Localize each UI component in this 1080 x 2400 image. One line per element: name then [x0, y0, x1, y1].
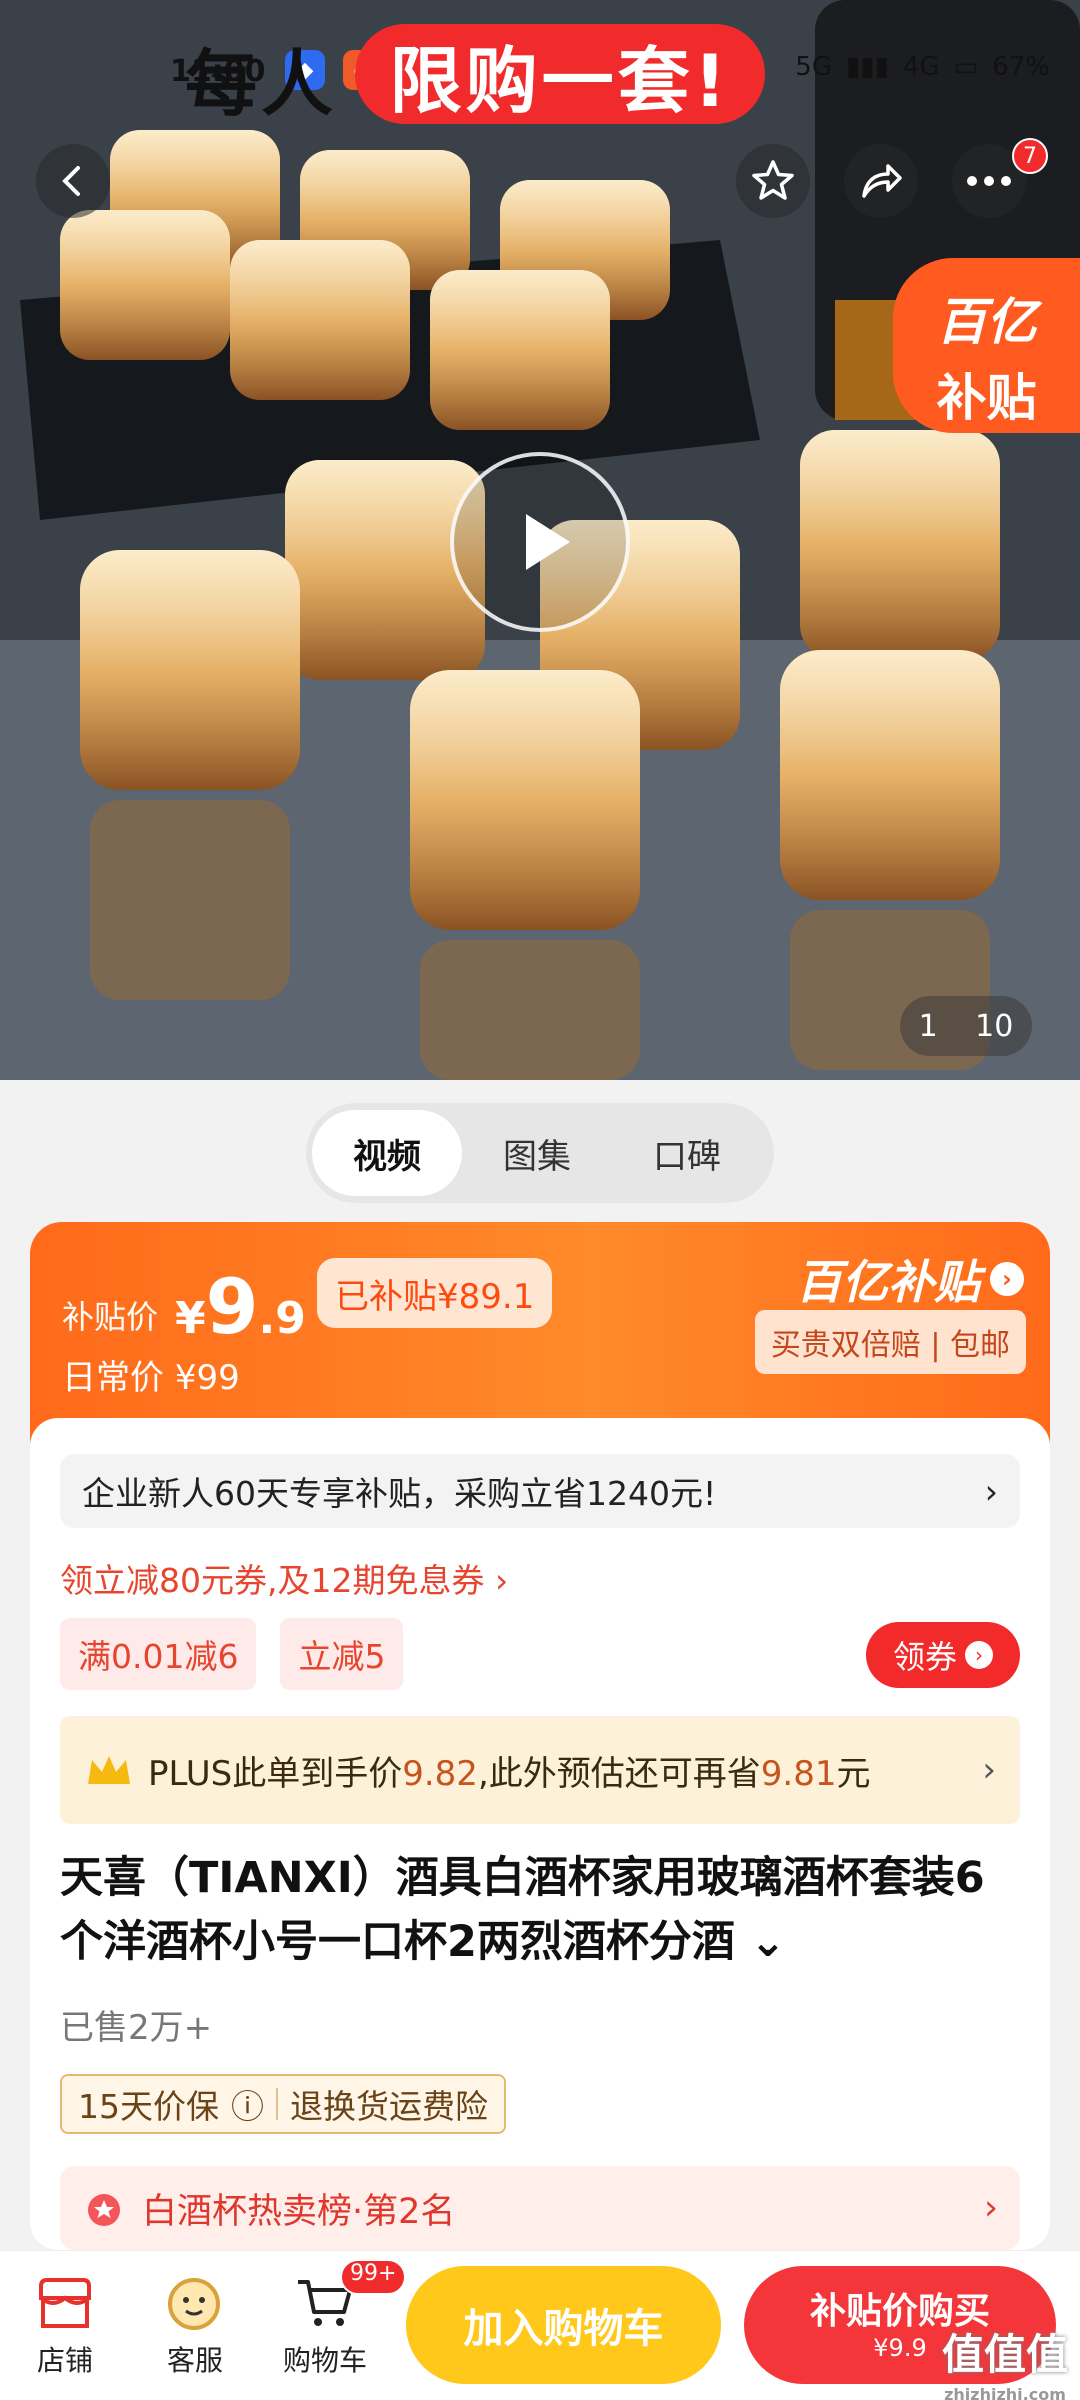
media-counter: 1 10: [900, 996, 1032, 1056]
subsidy-price: ¥9.9: [175, 1262, 306, 1351]
coupon-link[interactable]: 领立减80元券,及12期免息券 ›: [60, 1554, 508, 1602]
subsidy-tag-line2: 补贴: [936, 369, 1037, 427]
battery-icon: ▭: [953, 52, 979, 82]
plus-member-bar[interactable]: PLUS此单到手价9.82,此外预估还可再省9.81元 ›: [60, 1716, 1020, 1824]
service-badges[interactable]: 15天价保 ⓘ 退换货运费险: [60, 2074, 506, 2134]
chevron-right-icon: ›: [965, 1641, 993, 1669]
store-icon: [39, 2278, 91, 2328]
chevron-right-icon: ›: [984, 1471, 998, 1511]
chevron-right-icon: ›: [982, 1750, 996, 1790]
cart-badge: 99+: [340, 2259, 407, 2295]
discount-chip: 立减5: [280, 1618, 404, 1690]
customer-service-button[interactable]: 客服: [140, 2269, 250, 2379]
tab-gallery[interactable]: 图集: [462, 1110, 612, 1196]
chevron-down-icon: ⌄: [734, 1917, 786, 1967]
media-current: 1: [918, 1008, 938, 1044]
more-badge: 7: [1012, 138, 1048, 174]
battery-level: 67%: [992, 52, 1050, 82]
watermark: 值值值 zhizhizhi.com: [941, 2330, 1068, 2400]
star-icon: [752, 160, 794, 200]
shop-button[interactable]: 店铺: [10, 2269, 120, 2379]
notice-text: 企业新人60天专享补贴，采购立省1240元!: [82, 1474, 717, 1513]
share-button[interactable]: [844, 144, 918, 218]
banner-limit: 限购一套!: [355, 24, 765, 124]
back-button[interactable]: [36, 144, 110, 218]
ranking-text: 白酒杯热卖榜·第2名: [142, 2191, 456, 2232]
cart-button[interactable]: 购物车 99+: [270, 2259, 407, 2379]
price-protect: 15天价保: [78, 2087, 219, 2126]
chevron-right-icon: ›: [990, 1262, 1024, 1296]
product-title[interactable]: 天喜（TIANXI）酒具白酒杯家用玻璃酒杯套装6个洋酒杯小号一口杯2两烈酒杯分酒…: [60, 1846, 1020, 1974]
subsidy-tag-line1: 百亿: [936, 293, 1037, 351]
ranking-bar[interactable]: 白酒杯热卖榜·第2名 ›: [60, 2166, 1020, 2250]
discount-chips: 满0.01减6 立减5: [60, 1618, 404, 1690]
get-coupon-button[interactable]: 领券 ›: [866, 1622, 1020, 1688]
divider: [276, 2088, 278, 2120]
plus-text: PLUS此单到手价9.82,此外预估还可再省9.81元: [148, 1753, 871, 1794]
tab-reviews[interactable]: 口碑: [612, 1110, 762, 1196]
favorite-button[interactable]: [736, 144, 810, 218]
signal-icon: ▮▮▮: [845, 52, 889, 82]
shop-label: 店铺: [36, 2344, 93, 2377]
subsidy-brand: 百亿补贴: [796, 1255, 980, 1309]
play-icon: [526, 514, 570, 570]
daily-price: 日常价 ¥99: [62, 1358, 240, 1398]
sold-count: 已售2万+: [60, 2008, 213, 2048]
get-coupon-label: 领券: [892, 1638, 957, 1676]
status-indicators: 5G ▮▮▮ 4G ▭ 67%: [795, 52, 1050, 82]
return-insurance: 退换货运费险: [290, 2087, 488, 2126]
share-icon: [862, 164, 902, 198]
price-decimal: .9: [258, 1293, 306, 1344]
product-page: 11:00 ◆ ● ■ ◉ 5G ▮▮▮ 4G ▭ 67% 每人 限购一套!: [0, 0, 1080, 2400]
watermark-url: zhizhizhi.com: [944, 2385, 1066, 2400]
bottom-action-bar: 店铺 客服 购物车 99+ 加入购物车 补贴价购买 ¥9.9: [0, 2250, 1080, 2400]
medal-icon: [88, 2194, 120, 2226]
discount-chip: 满0.01减6: [60, 1618, 257, 1690]
chevron-right-icon: ›: [984, 2188, 998, 2228]
subsidized-amount: 已补贴¥89.1: [317, 1258, 553, 1328]
tab-video[interactable]: 视频: [312, 1110, 462, 1196]
add-to-cart-button[interactable]: 加入购物车: [406, 2266, 721, 2384]
product-info-card: 企业新人60天专享补贴，采购立省1240元! › 领立减80元券,及12期免息券…: [30, 1418, 1050, 2250]
enterprise-notice[interactable]: 企业新人60天专享补贴，采购立省1240元! ›: [60, 1454, 1020, 1528]
network-label-2: 4G: [902, 52, 940, 82]
banner-prefix: 每人: [185, 42, 338, 126]
watermark-text: 值值值: [941, 2330, 1068, 2379]
crown-icon: [88, 1756, 130, 1784]
more-dots-icon: [967, 176, 1011, 186]
subsidy-brand-link[interactable]: 百亿补贴 ›: [796, 1246, 1024, 1312]
product-media[interactable]: 11:00 ◆ ● ■ ◉ 5G ▮▮▮ 4G ▭ 67% 每人 限购一套!: [0, 0, 1080, 1080]
service-label: 客服: [166, 2344, 223, 2377]
subsidy-tag[interactable]: 百亿 补贴: [893, 258, 1080, 433]
chevron-left-icon: [62, 166, 80, 196]
price-currency: ¥: [175, 1293, 206, 1344]
price-integer: 9: [205, 1262, 259, 1351]
price-label: 补贴价: [62, 1298, 159, 1336]
media-tabs: 视频 图集 口碑: [306, 1103, 774, 1203]
info-icon: ⓘ: [231, 2087, 264, 2126]
customer-service-icon: [168, 2278, 220, 2330]
play-button[interactable]: [450, 452, 630, 632]
network-label: 5G: [795, 52, 832, 82]
buy-label: 补贴价购买: [809, 2291, 990, 2332]
media-total: 10: [975, 1008, 1014, 1044]
cart-label: 购物车: [282, 2344, 367, 2377]
guarantee-badge: 买贵双倍赔 | 包邮: [754, 1310, 1026, 1374]
